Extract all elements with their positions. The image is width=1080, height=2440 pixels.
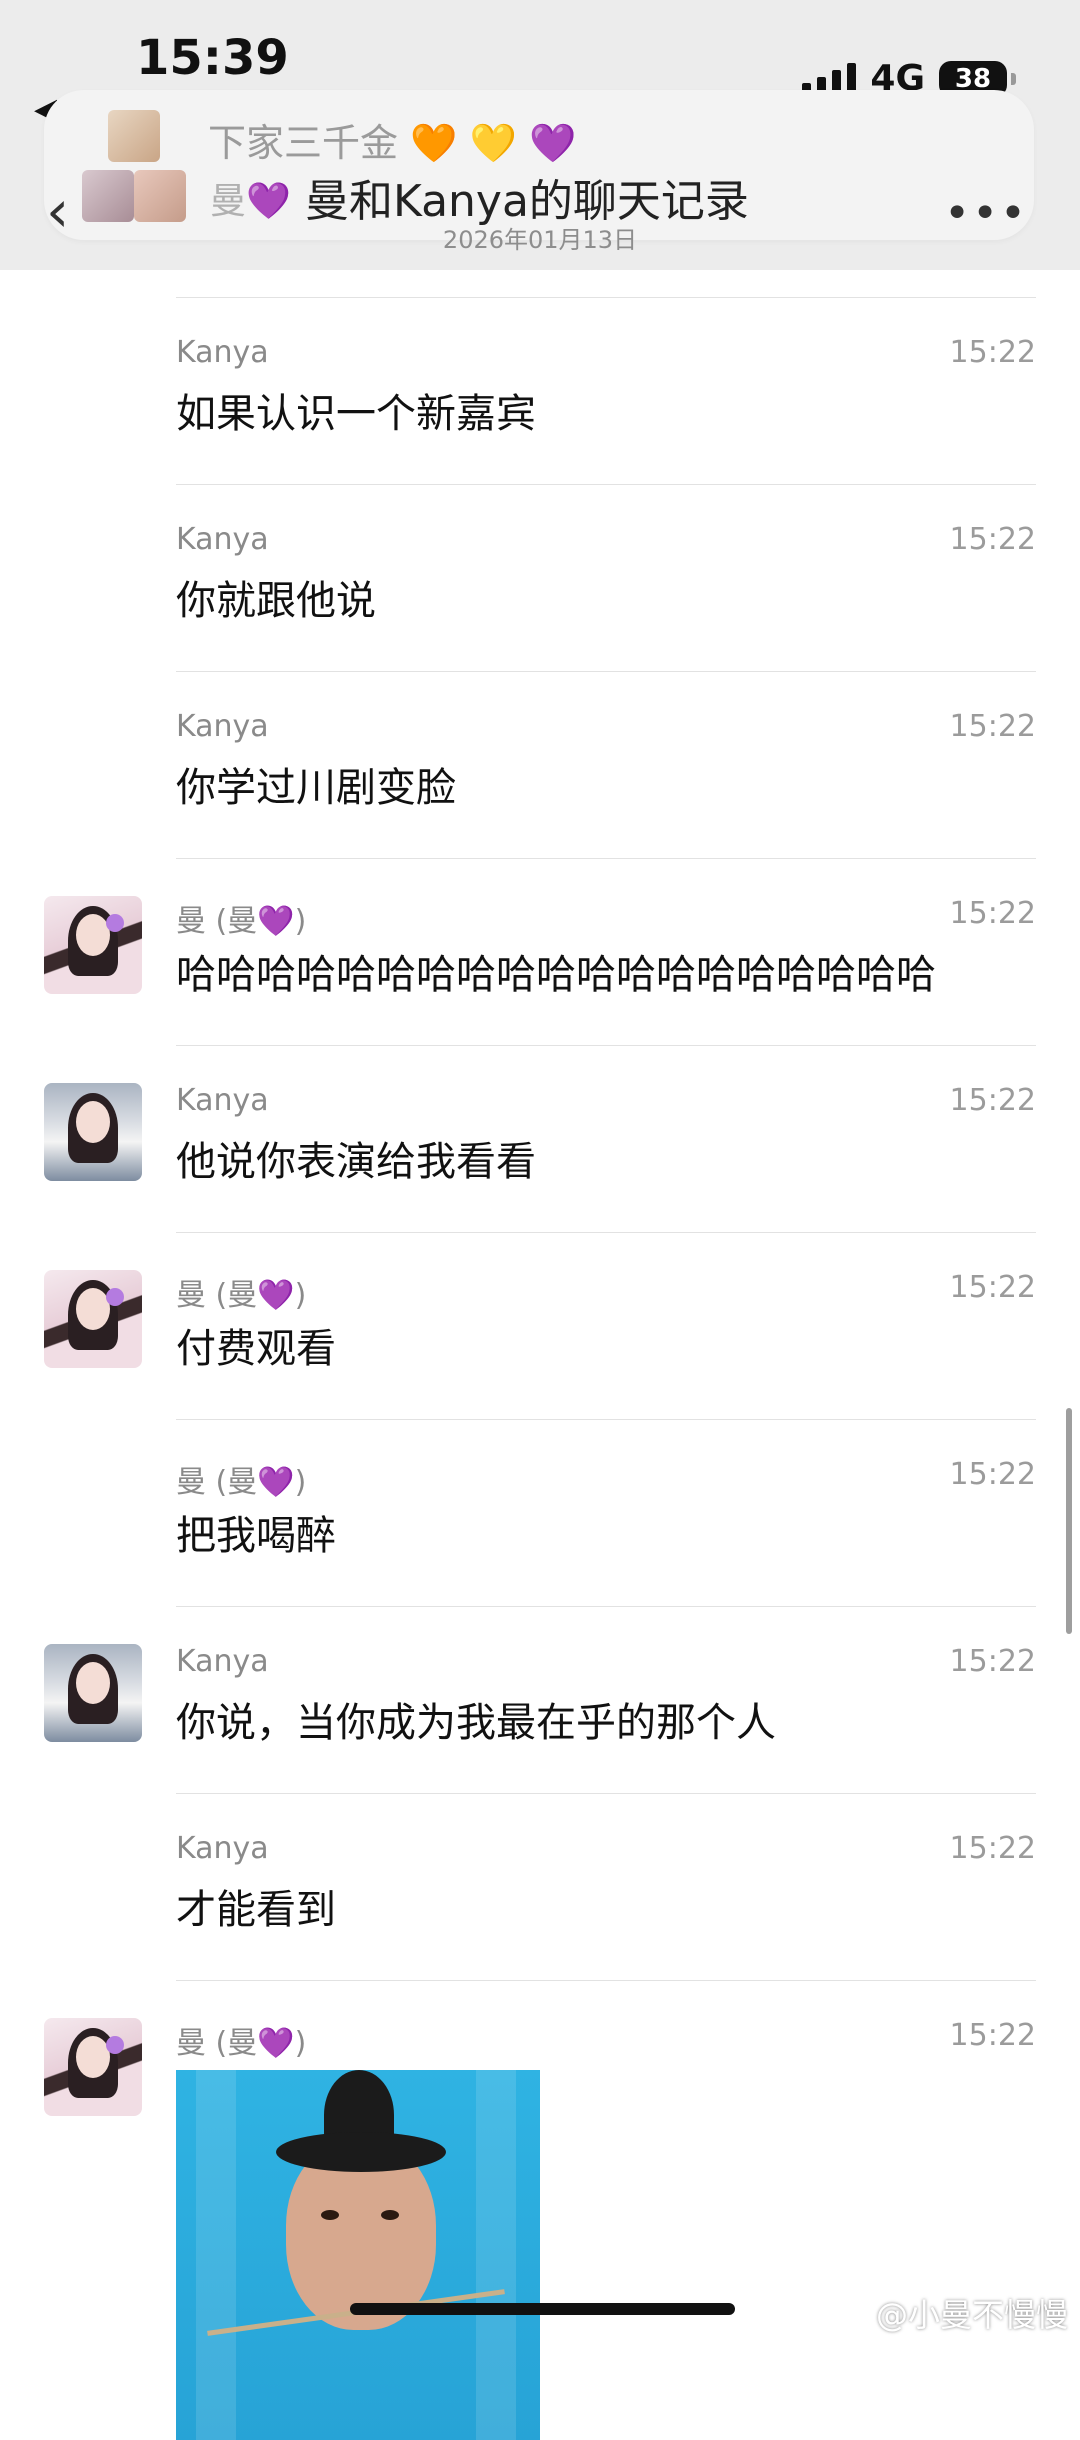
sender-name-close: )	[294, 904, 307, 939]
sender-name-close: )	[294, 1278, 307, 1313]
flower-icon	[106, 914, 124, 932]
message-list: Kanya 15:22 如果认识一个新嘉宾 Kanya 15:22 你就跟他说 …	[0, 297, 1080, 2440]
divider	[176, 297, 1036, 298]
message-item[interactable]: Kanya 15:22 他说你表演给我看看	[0, 1045, 1080, 1232]
message-item[interactable]: Kanya 15:22 才能看到	[0, 1793, 1080, 1980]
message-time: 15:22	[949, 709, 1036, 744]
message-text: 把我喝醉	[176, 1513, 336, 1559]
more-dots-icon[interactable]: •••	[944, 188, 1028, 239]
message-item[interactable]: 曼 (曼💜) 15:22 哈哈哈哈哈哈哈哈哈哈哈哈哈哈哈哈哈哈哈	[0, 858, 1080, 1045]
message-time: 15:22	[949, 335, 1036, 370]
message-time: 15:22	[949, 1457, 1036, 1492]
sender-name: 曼 (曼💜)	[176, 896, 306, 940]
avatar[interactable]	[44, 1083, 142, 1181]
message-time: 15:22	[949, 1083, 1036, 1118]
group-name: 下家三千金 🧡 💛 💜	[208, 112, 576, 167]
purple-heart-icon: 💜	[257, 1465, 295, 1500]
avatar-face	[76, 1288, 110, 1330]
message-item[interactable]: Kanya 15:22 你就跟他说	[0, 484, 1080, 671]
divider	[176, 1606, 1036, 1607]
meme-image[interactable]	[176, 2070, 540, 2440]
divider	[176, 1419, 1036, 1420]
message-time: 15:22	[949, 522, 1036, 557]
group-avatar-thumb	[82, 170, 134, 222]
message-text: 你说，当你成为我最在乎的那个人	[176, 1700, 776, 1746]
sender-name: Kanya	[176, 1644, 269, 1679]
sender-name: Kanya	[176, 335, 269, 370]
meme-hairband	[276, 2132, 446, 2172]
avatar-face	[76, 1101, 110, 1143]
divider	[176, 1980, 1036, 1981]
sender-name: Kanya	[176, 709, 269, 744]
meme-eye	[321, 2210, 339, 2220]
sender-name-text: 曼 (曼	[176, 2026, 258, 2061]
home-indicator[interactable]	[350, 2303, 735, 2315]
message-text: 如果认识一个新嘉宾	[176, 391, 536, 437]
purple-heart-icon: 💜	[257, 904, 295, 939]
curtain-stripe	[196, 2070, 236, 2440]
purple-heart-icon: 💜	[528, 121, 577, 165]
message-text: 你就跟他说	[176, 578, 376, 624]
group-name-text: 下家三千金	[208, 121, 399, 165]
message-text: 他说你表演给我看看	[176, 1139, 536, 1185]
avatar[interactable]	[44, 1270, 142, 1368]
divider	[176, 858, 1036, 859]
orange-heart-icon: 🧡	[410, 121, 458, 165]
flower-icon	[106, 2036, 124, 2054]
message-text: 你学过川剧变脸	[176, 765, 456, 811]
group-avatar-thumb	[108, 110, 160, 162]
purple-heart-icon: 💜	[257, 2026, 295, 2061]
group-avatar-thumb	[134, 170, 186, 222]
sender-name: 曼 (曼💜)	[176, 2018, 306, 2062]
status-time: 15:39	[136, 30, 289, 86]
record-date: 2026年01月13日	[442, 226, 638, 254]
yellow-heart-icon: 💛	[469, 121, 517, 165]
flower-icon	[106, 1288, 124, 1306]
sender-name: Kanya	[176, 1831, 269, 1866]
meme-eye	[381, 2210, 399, 2220]
sender-name: Kanya	[176, 1083, 269, 1118]
sender-name: 曼 (曼💜)	[176, 1457, 306, 1501]
watermark: @小曼不慢慢	[875, 2296, 1068, 2334]
message-time: 15:22	[949, 1831, 1036, 1866]
divider	[176, 1232, 1036, 1233]
avatar[interactable]	[44, 896, 142, 994]
avatar-face	[76, 1662, 110, 1704]
message-text: 才能看到	[176, 1887, 336, 1933]
sender-name-text: 曼 (曼	[176, 904, 258, 939]
message-time: 15:22	[949, 2018, 1036, 2053]
message-item[interactable]: Kanya 15:22 你说，当你成为我最在乎的那个人	[0, 1606, 1080, 1793]
avatar[interactable]	[44, 1644, 142, 1742]
scrollbar[interactable]	[1066, 1408, 1072, 1634]
sender-name: Kanya	[176, 522, 269, 557]
message-item[interactable]: 曼 (曼💜) 15:22 把我喝醉	[0, 1419, 1080, 1606]
sub-prefix: 曼💜	[210, 181, 291, 222]
message-time: 15:22	[949, 1644, 1036, 1679]
message-item[interactable]: Kanya 15:22 你学过川剧变脸	[0, 671, 1080, 858]
divider	[176, 484, 1036, 485]
sender-name: 曼 (曼💜)	[176, 1270, 306, 1314]
message-item[interactable]: 曼 (曼💜) 15:22 付费观看	[0, 1232, 1080, 1419]
sender-name-close: )	[294, 2026, 307, 2061]
avatar[interactable]	[44, 2018, 142, 2116]
message-item[interactable]: Kanya 15:22 如果认识一个新嘉宾	[0, 297, 1080, 484]
avatar-face	[76, 914, 110, 956]
message-text: 付费观看	[176, 1326, 336, 1372]
divider	[176, 1793, 1036, 1794]
divider	[176, 671, 1036, 672]
message-item[interactable]: 曼 (曼💜) 15:22	[0, 1980, 1080, 2440]
message-time: 15:22	[949, 1270, 1036, 1305]
curtain-stripe	[476, 2070, 516, 2440]
message-time: 15:22	[949, 896, 1036, 931]
divider	[176, 1045, 1036, 1046]
sender-name-text: 曼 (曼	[176, 1278, 258, 1313]
top-bar: 15:39 ◀ 抖音 4G 38 ‹ 下家三千金 🧡 💛 💜 曼💜 曼和Kany…	[0, 0, 1080, 270]
battery-tip	[1011, 72, 1016, 85]
sender-name-text: 曼 (曼	[176, 1465, 258, 1500]
sender-name-close: )	[294, 1465, 307, 1500]
purple-heart-icon: 💜	[257, 1278, 295, 1313]
avatar-face	[76, 2036, 110, 2078]
message-text: 哈哈哈哈哈哈哈哈哈哈哈哈哈哈哈哈哈哈哈	[176, 952, 936, 998]
